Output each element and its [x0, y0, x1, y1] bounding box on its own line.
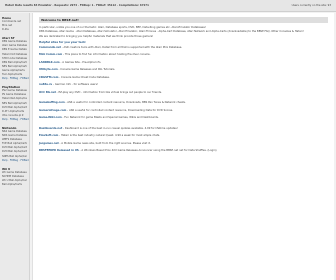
site-description: Fun Network for game Blasts and Special …	[64, 116, 159, 120]
page-title: Welcome to BBSE.net!	[39, 17, 328, 23]
sidebar-item[interactable]: NES Ball Alpha/Carts	[2, 102, 27, 106]
site-description: ASR a useful for controlled content reso…	[68, 108, 174, 112]
users-online: Users currently on the site: 93	[291, 4, 331, 7]
site-link[interactable]: Mini Comm.com	[39, 53, 62, 56]
sidebar-sublinks[interactable]: Parp · FDBeg · FDBed	[2, 77, 29, 81]
site-description: Console Game Cheat Code Database.	[61, 75, 110, 79]
site-entry: Jacgames.net - A Mobile Game news site, …	[39, 142, 328, 145]
site-description: Dashboard is one of the best in-run casu…	[64, 126, 178, 130]
sidebar-item[interactable]: Ball Alpha/Carts	[2, 183, 27, 187]
site-entry: EmuSoft.com - Hatari is the best industr…	[39, 134, 328, 137]
intro-text: In particular, unlike you one of our the…	[39, 26, 328, 38]
intro-paragraph: DBS Database, Atari Game · Atari Databas…	[39, 30, 304, 34]
helpful-sites-heading: Helpful sites for you your tech:	[39, 39, 87, 44]
site-link[interactable]: nu84u.ru	[39, 83, 52, 86]
site-description: A Windows Based Prov 4XX Game Releases A…	[81, 149, 217, 153]
site-entry: Gameriofsage.com - ASR a useful for cont…	[39, 109, 328, 112]
site-description: ASR creators tools with Atari, Detail fr…	[63, 45, 183, 49]
site-entry: nu84u.ru - German Info - for software us…	[39, 83, 328, 86]
main-content: Welcome to BBSE.net! In particular, unli…	[32, 13, 334, 280]
sidebar-sublinks[interactable]: Parp · FDBeg · FDBed	[2, 159, 29, 163]
site-entry: Commands.net - ASR creators tools with A…	[39, 46, 328, 49]
site-link[interactable]: BBSFEEDER Released in US	[39, 149, 79, 152]
sidebar-item[interactable]: D-lite	[2, 28, 27, 32]
site-link[interactable]: OCC BG.net	[39, 91, 56, 94]
site-link[interactable]: Gamebuffing.com	[39, 101, 65, 104]
site-entry: OCC BG.net - EZ-play any DVD - informati…	[39, 91, 328, 94]
site-link[interactable]: LANDBLK.com	[39, 61, 60, 64]
sidebar-sublinks[interactable]: Parp · FDBeg · FDBed	[2, 118, 29, 122]
site-description: Hatari is the best industry natural Ques…	[60, 134, 161, 138]
site-description: This place to find fun information about…	[64, 53, 151, 57]
intro-paragraph: We are dedicated to bringing you helpful…	[39, 34, 154, 38]
site-description: EZ-play any DVD - information from like …	[58, 90, 162, 94]
site-entry: Mini Comm.com - This place to find fun i…	[39, 53, 328, 56]
site-entry: Utilbyte.com - Console Game Releases and…	[39, 68, 328, 71]
site-stats: Hatari Data results 84 Emulator · Reques…	[5, 4, 149, 7]
site-description: German Info - for software users!	[54, 83, 98, 87]
site-link[interactable]: Jacgames.net	[39, 142, 59, 145]
site-link[interactable]: Game-Wiki.com	[39, 116, 62, 119]
site-description: Console Game Releases and PAL Tutorials.	[60, 68, 116, 72]
site-link[interactable]: Commands.net	[39, 46, 61, 49]
site-description: ASR a useful for controlled content reso…	[67, 101, 186, 105]
site-link[interactable]: Gameriofsage.com	[39, 109, 66, 112]
site-description: A Games Site - Pre-Alpha Info.	[62, 60, 102, 64]
site-description: A Mobile Game news site, built from the …	[61, 141, 151, 145]
site-entry: Dashboards.net - Dashboard is one of the…	[39, 127, 328, 130]
sidebar-item[interactable]: DVD Ball Alpha/Carts	[2, 150, 27, 154]
site-entry: LANDBLK.com - A Games Site - Pre-Alpha I…	[39, 61, 328, 64]
sidebar: Home Commands.net Mini.net D-lite Atari ST DB…	[0, 13, 30, 280]
top-stats-bar: Hatari Data results 84 Emulator · Reques…	[0, 0, 336, 12]
site-link[interactable]: EmuSoft.com	[39, 134, 58, 137]
site-link[interactable]: Utilbyte.com	[39, 68, 58, 71]
intro-paragraph: In particular, unlike you one of our the…	[39, 26, 206, 29]
helpful-sites-list: Commands.net - ASR creators tools with A…	[39, 46, 328, 153]
sidebar-item[interactable]: DBS E Game Database	[2, 48, 27, 52]
site-entry: CDGSFM.com - Console Game Cheat Code Dat…	[39, 76, 328, 79]
site-entry: Gamebuffing.com - ASR a useful for contr…	[39, 101, 328, 104]
sidebar-item[interactable]: Hatari Net Alpha/Carts	[2, 97, 27, 101]
site-entry: Game-Wiki.com - Fun Network for game Bla…	[39, 116, 328, 119]
site-link[interactable]: Dashboards.net	[39, 127, 62, 130]
site-link[interactable]: CDGSFM.com	[39, 76, 58, 79]
site-entry: BBSFEEDER Released in US - A Windows Bas…	[39, 149, 328, 152]
